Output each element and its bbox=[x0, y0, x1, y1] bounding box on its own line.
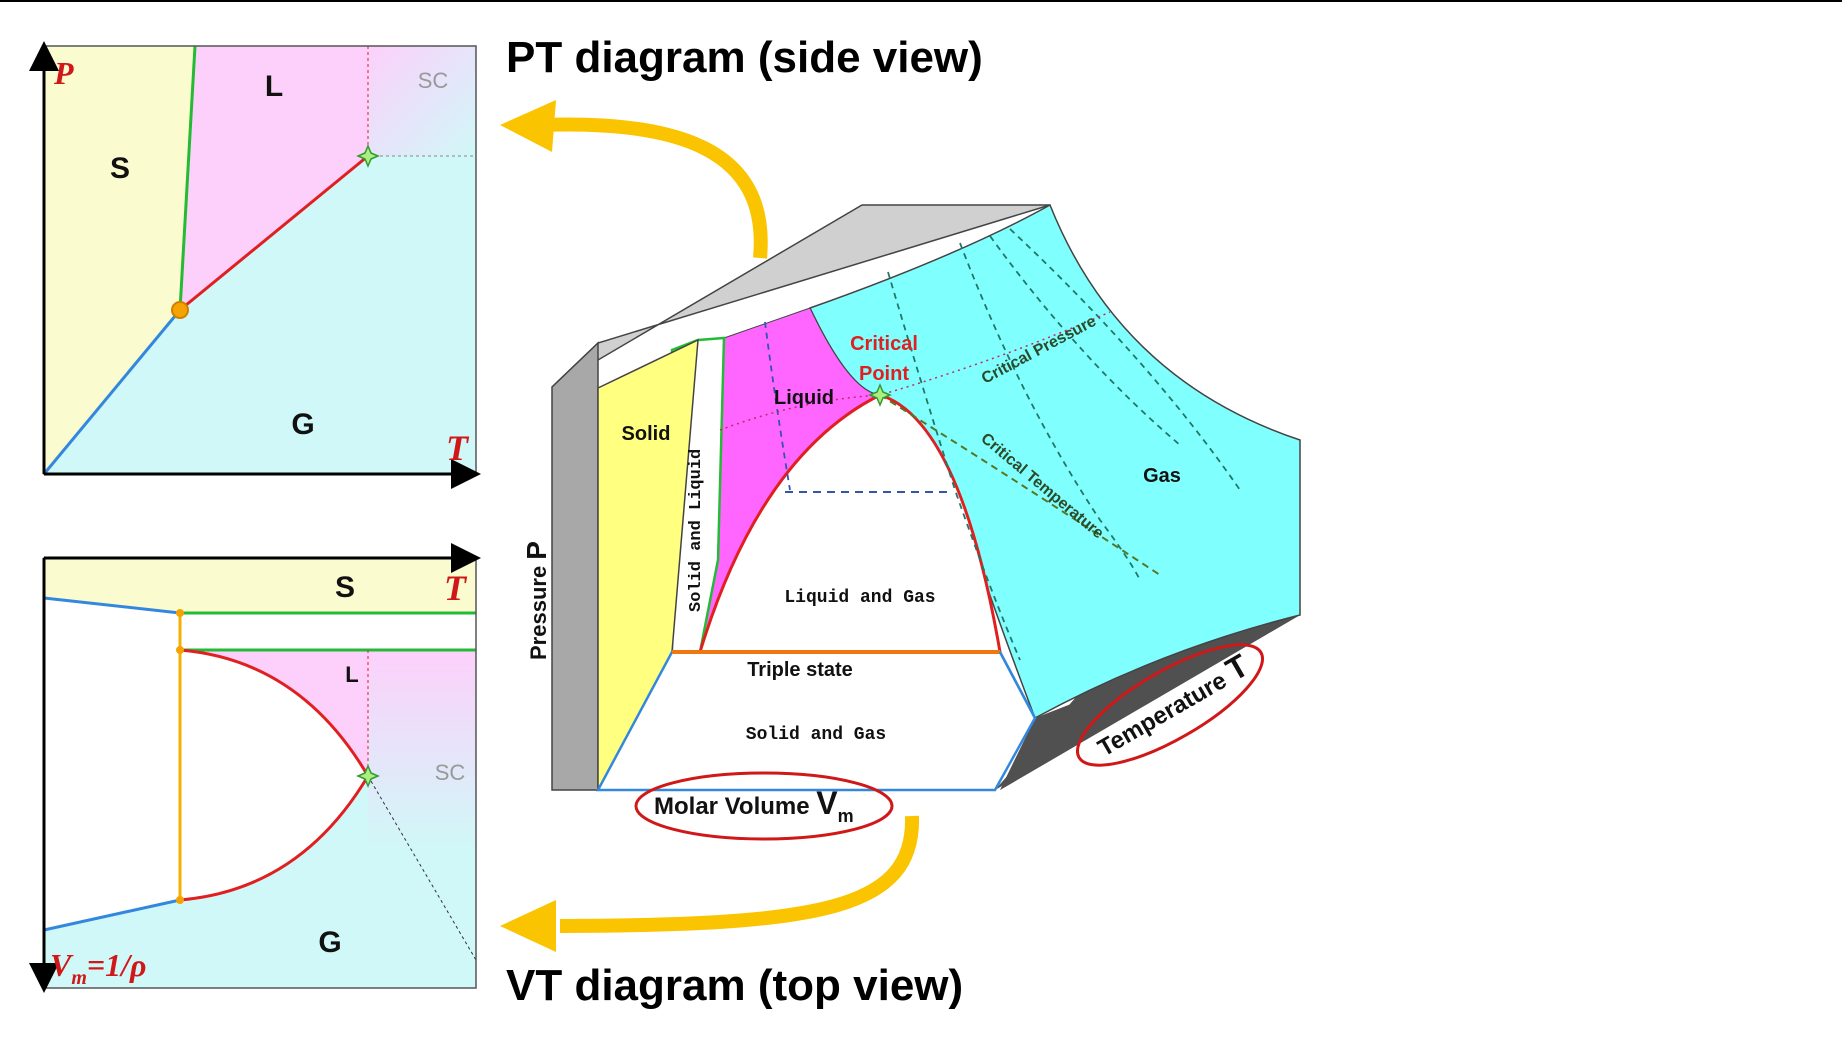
surface-liquid-gas-label: Liquid and Gas bbox=[784, 588, 935, 608]
vt-triple-marker-3 bbox=[176, 896, 184, 904]
curved-arrow-up-left-icon bbox=[500, 100, 768, 259]
surface-critical-label-line1: Critical bbox=[850, 333, 918, 355]
pt-region-sc-label: SC bbox=[418, 68, 449, 93]
surface-gas-label: Gas bbox=[1143, 465, 1181, 487]
surface-solid-gas-label: Solid and Gas bbox=[746, 725, 886, 745]
pt-axis-y-label: P bbox=[53, 55, 74, 91]
pt-diagram: P T S L G SC bbox=[29, 41, 481, 489]
vt-region-sc-label: SC bbox=[435, 760, 466, 785]
top-border bbox=[0, 0, 1842, 2]
vt-diagram: T Vm=1/ρ S L G SC bbox=[29, 543, 481, 993]
vt-triple-marker-2 bbox=[176, 646, 184, 654]
surface-critical-label-line2: Point bbox=[859, 363, 909, 385]
pt-region-liquid-label: L bbox=[265, 70, 283, 103]
slide: P T S L G SC T Vm=1/ρ S L G SC PT diagra… bbox=[0, 0, 1842, 1036]
pt-axis-x-label: T bbox=[446, 428, 470, 468]
surface-left-face bbox=[551, 341, 599, 791]
pressure-axis-label: Pressure P bbox=[521, 541, 552, 660]
pt-supercritical-region bbox=[368, 46, 476, 156]
vt-region-gas-label: G bbox=[318, 926, 341, 959]
vt-triple-marker-1 bbox=[176, 609, 184, 617]
surface-triple-state-label: Triple state bbox=[747, 659, 853, 681]
surface-solid-label: Solid bbox=[622, 423, 671, 445]
vt-axis-x-label: T bbox=[444, 568, 468, 608]
surface-solid-liquid-label: Solid and Liquid bbox=[687, 449, 706, 612]
pt-diagram-title: PT diagram (side view) bbox=[506, 33, 983, 82]
pt-region-gas-label: G bbox=[291, 408, 314, 441]
vt-region-liquid-label: L bbox=[345, 662, 358, 687]
vt-supercritical-region bbox=[368, 650, 476, 850]
pt-region-solid-label: S bbox=[110, 152, 130, 185]
phase-diagram-figure: P T S L G SC T Vm=1/ρ S L G SC PT diagra… bbox=[29, 33, 1301, 1010]
vt-region-solid-label: S bbox=[335, 571, 355, 604]
vt-diagram-title: VT diagram (top view) bbox=[506, 961, 963, 1010]
pt-triple-point-marker bbox=[171, 301, 189, 319]
surface-liquid-label: Liquid bbox=[774, 387, 834, 409]
vt-axis-y-label: Vm=1/ρ bbox=[50, 947, 147, 989]
